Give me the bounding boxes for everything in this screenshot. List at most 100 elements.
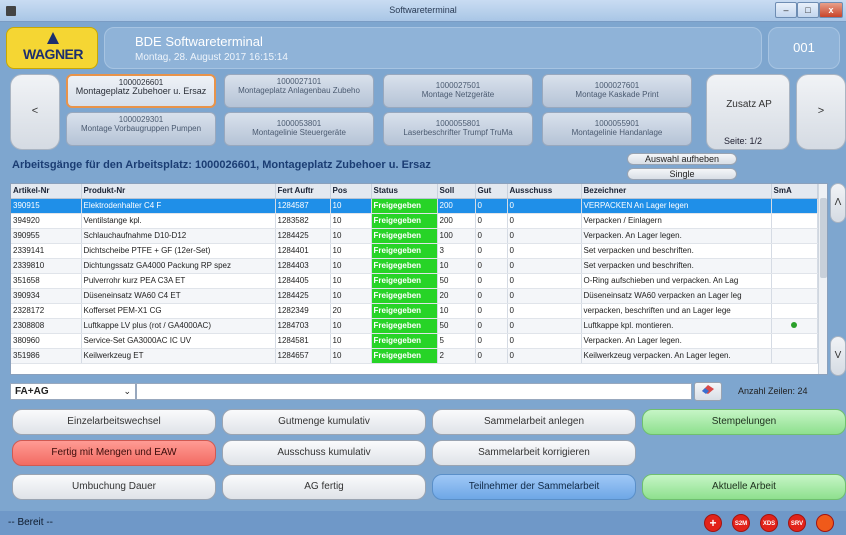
status-cell: Freigegeben (371, 303, 438, 319)
workplace-button[interactable]: 1000029301 Montage Vorbaugruppen Pumpen (66, 112, 216, 146)
teilnehmer-sammelarbeit-button[interactable]: Teilnehmer der Sammelarbeit (432, 474, 636, 500)
einzelarbeitswechsel-button[interactable]: Einzelarbeitswechsel (12, 409, 216, 435)
clear-selection-button[interactable]: Auswahl aufheben (627, 153, 737, 165)
table-header-row: Artikel-Nr Produkt-Nr Fert Auftr Pos Sta… (11, 184, 818, 199)
table-cell: 0 (507, 288, 582, 304)
first-aid-icon[interactable]: + (704, 514, 722, 532)
table-cell: 2 (437, 348, 476, 364)
table-cell: 2328172 (11, 303, 82, 319)
table-cell: Set verpacken und beschriften. (581, 243, 772, 259)
table-cell: 0 (475, 318, 508, 334)
table-row[interactable]: 390934 Düseneinsatz WA60 C4 ET 1284425 10 Fr… (11, 288, 818, 304)
scroll-down-button[interactable]: V (830, 336, 846, 376)
table-row[interactable]: 2339141 Dichtscheibe PTFE + GF (12er-Set)… (11, 243, 818, 259)
table-row[interactable]: 390955 Schlauchaufnahme D10-D12 1284425 10 F… (11, 228, 818, 244)
column-header[interactable]: Soll (437, 184, 476, 199)
column-header[interactable]: Ausschuss (507, 184, 582, 199)
status-indicator-icon[interactable] (816, 514, 834, 532)
column-header[interactable]: Gut (475, 184, 508, 199)
table-cell: 0 (507, 318, 582, 334)
table-cell (771, 303, 818, 319)
table-cell: Dichtscheibe PTFE + GF (12er-Set) (81, 243, 276, 259)
table-row[interactable]: 2339810 Dichtungssatz GA4000 Packung RP s… (11, 258, 818, 274)
table-cell (771, 228, 818, 244)
table-cell: 1284425 (275, 288, 331, 304)
minimize-button[interactable]: – (775, 2, 797, 18)
table-row[interactable]: 351986 Keilwerkzeug ET 1284657 10 Freigegebe… (11, 348, 818, 364)
column-header[interactable]: Fert Auftr (275, 184, 331, 199)
table-cell (771, 273, 818, 289)
table-cell: 1284703 (275, 318, 331, 334)
column-header[interactable]: Pos (330, 184, 372, 199)
prev-page-button[interactable]: < (10, 74, 60, 150)
table-cell (771, 318, 818, 334)
workplace-button[interactable]: 1000055801 Laserbeschrifter Trumpf TruMa (383, 112, 533, 146)
umbuchung-dauer-button[interactable]: Umbuchung Dauer (12, 474, 216, 500)
wagner-logo: WAGNER (6, 27, 98, 69)
close-button[interactable]: x (819, 2, 843, 18)
aktuelle-arbeit-button[interactable]: Aktuelle Arbeit (642, 474, 846, 500)
table-cell: 10 (330, 318, 372, 334)
table-row[interactable]: 380960 Service-Set GA3000AC IC UV 1284581 1… (11, 333, 818, 349)
table-cell: 200 (437, 198, 476, 214)
table-cell: verpacken, beschriften und an Lager lege (581, 303, 772, 319)
eraser-icon[interactable] (694, 382, 722, 401)
terminal-number[interactable]: 001 (768, 27, 840, 69)
sammelarbeit-korrigieren-button[interactable]: Sammelarbeit korrigieren (432, 440, 636, 466)
status-cell: Freigegeben (371, 348, 438, 364)
table-cell: 10 (330, 228, 372, 244)
table-row[interactable]: 2308808 Luftkappe LV plus (rot / GA4000AC… (11, 318, 818, 334)
chevron-down-icon: ⌄ (123, 386, 131, 396)
scroll-up-button[interactable]: Λ (830, 183, 846, 223)
workplace-button[interactable]: 1000027101 Montageplatz Anlagenbau Zubeh… (224, 74, 374, 108)
table-scrollbar[interactable] (818, 184, 827, 374)
table-cell: 390955 (11, 228, 82, 244)
column-header[interactable]: Bezeichner (581, 184, 772, 199)
table-cell: Luftkappe LV plus (rot / GA4000AC) (81, 318, 276, 334)
table-cell: 2308808 (11, 318, 82, 334)
maximize-button[interactable]: □ (797, 2, 819, 18)
column-header[interactable]: Produkt-Nr (81, 184, 276, 199)
table-cell: VERPACKEN An Lager legen (581, 198, 772, 214)
column-header[interactable]: Artikel-Nr (11, 184, 82, 199)
gutmenge-kumulativ-button[interactable]: Gutmenge kumulativ (222, 409, 426, 435)
ausschuss-kumulativ-button[interactable]: Ausschuss kumulativ (222, 440, 426, 466)
status-cell: Freigegeben (371, 198, 438, 214)
table-row[interactable]: 390915 Elektrodenhalter C4 F 1284587 10 Frei… (11, 198, 818, 214)
table-cell: 2339810 (11, 258, 82, 274)
sammelarbeit-anlegen-button[interactable]: Sammelarbeit anlegen (432, 409, 636, 435)
next-page-button[interactable]: > (796, 74, 846, 150)
workplace-button[interactable]: 1000055901 Montagelinie Handanlage (542, 112, 692, 146)
workplace-name: Montage Kaskade Print (575, 90, 659, 99)
table-cell: 1283582 (275, 213, 331, 229)
table-cell: 3 (437, 243, 476, 259)
table-cell: 0 (507, 333, 582, 349)
table-cell: Dichtungssatz GA4000 Packung RP spez (81, 258, 276, 274)
scrollbar-thumb[interactable] (820, 198, 827, 278)
workplace-id: 1000029301 (118, 115, 164, 124)
workplace-button[interactable]: 1000026601 Montageplatz Zubehoer u. Ersa… (66, 74, 216, 108)
workplace-button[interactable]: 1000027501 Montage Netzgeräte (383, 74, 533, 108)
column-header[interactable]: SmA (771, 184, 818, 199)
stempelungen-button[interactable]: Stempelungen (642, 409, 846, 435)
ag-fertig-button[interactable]: AG fertig (222, 474, 426, 500)
search-input[interactable] (136, 383, 692, 400)
s2m-status-icon[interactable]: S2M (732, 514, 750, 532)
table-cell (771, 213, 818, 229)
srv-status-icon[interactable]: SRV (788, 514, 806, 532)
column-header[interactable]: Status (371, 184, 438, 199)
table-cell: 1282349 (275, 303, 331, 319)
zusatz-ap-label: Zusatz AP (726, 99, 772, 110)
table-row[interactable]: 394920 Ventilstange kpl. 1283582 10 Freigege… (11, 213, 818, 229)
workplace-button[interactable]: 1000053801 Montagelinie Steuergeräte (224, 112, 374, 146)
table-row[interactable]: 351658 Pulverrohr kurz PEA C3A ET 1284405 1… (11, 273, 818, 289)
table-cell: Verpacken. An Lager legen. (581, 333, 772, 349)
workplace-button[interactable]: 1000027601 Montage Kaskade Print (542, 74, 692, 108)
table-row[interactable]: 2328172 Kofferset PEM-X1 CG 1282349 20 Freig… (11, 303, 818, 319)
app-title: BDE Softwareterminal (135, 34, 263, 49)
table-cell: Schlauchaufnahme D10-D12 (81, 228, 276, 244)
single-button[interactable]: Single (627, 168, 737, 180)
filter-mode-select[interactable]: FA+AG ⌄ (10, 383, 136, 400)
xds-status-icon[interactable]: XDS (760, 514, 778, 532)
fertig-mengen-eaw-button[interactable]: Fertig mit Mengen und EAW (12, 440, 216, 466)
